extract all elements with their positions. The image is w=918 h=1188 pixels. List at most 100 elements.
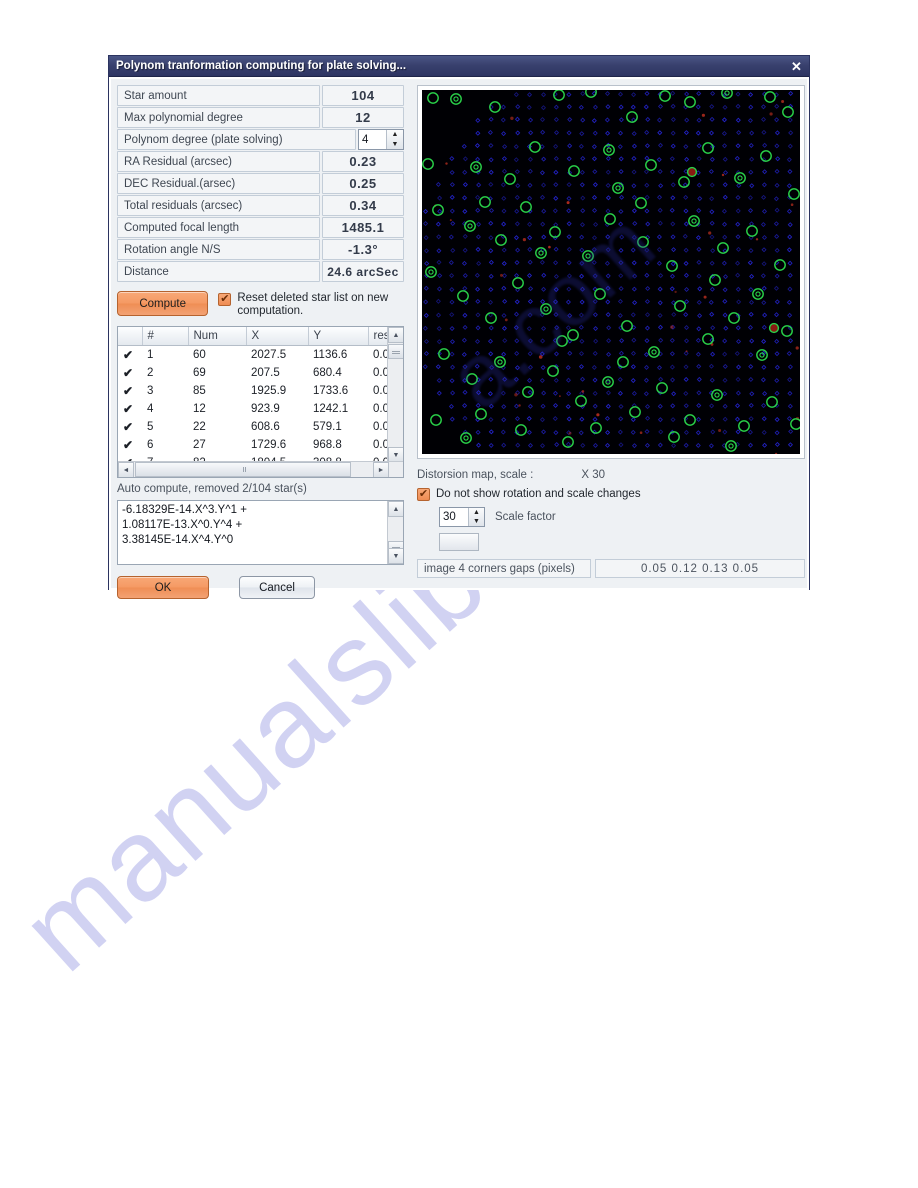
row-check-icon[interactable]: ✔: [118, 364, 142, 382]
scroll-up-icon[interactable]: ▲: [388, 501, 403, 517]
row-x: 923.9: [251, 403, 280, 415]
row-index: 4: [147, 403, 154, 415]
scroll-up-icon[interactable]: ▲: [388, 327, 403, 343]
star-list-table: # Num X Y residu ✔1602027.51136.60.00✔26…: [117, 326, 404, 478]
column-header-index[interactable]: #: [142, 327, 189, 346]
column-header-check[interactable]: [118, 327, 143, 346]
row-x: 207.5: [251, 367, 280, 379]
scale-factor-row: 30 ▲ ▼ Scale factor: [439, 507, 805, 527]
reset-star-list-checkbox[interactable]: ✔: [218, 293, 232, 306]
corner-gaps-values: 0.05 0.12 0.13 0.05: [595, 559, 805, 578]
stepper-arrows[interactable]: ▲ ▼: [468, 508, 484, 526]
table-row[interactable]: ✔ 2 69 207.5 680.4 0.00: [118, 364, 403, 382]
stepper-arrows[interactable]: ▲ ▼: [386, 130, 403, 149]
param-label: Distance: [117, 261, 320, 282]
ok-button-label: OK: [154, 581, 172, 594]
param-label: Polynom degree (plate solving): [117, 129, 356, 150]
param-label: DEC Residual.(arsec): [117, 173, 320, 194]
dialog-body: Star amount 104 Max polynomial degree 12…: [109, 77, 809, 599]
row-index: 1: [147, 349, 154, 361]
row-y: 968.8: [313, 439, 342, 451]
row-num: 27: [193, 439, 206, 451]
row-num: 85: [193, 385, 206, 397]
param-value: 0.25: [322, 173, 404, 194]
distortion-scale-value: X 30: [581, 469, 605, 481]
row-check-icon[interactable]: ✔: [118, 400, 142, 418]
compute-button[interactable]: Compute: [117, 291, 209, 316]
column-header-num[interactable]: Num: [188, 327, 247, 346]
spin-up-icon[interactable]: ▲: [387, 130, 403, 140]
row-check-icon[interactable]: ✔: [118, 418, 142, 436]
param-value: 24.6 arcSec: [322, 261, 404, 282]
param-row-max-polynomial-degree: Max polynomial degree 12: [117, 107, 404, 128]
table-row[interactable]: ✔ 1 60 2027.5 1136.6 0.00: [118, 346, 403, 365]
scale-factor-input[interactable]: 30: [440, 508, 468, 526]
param-value: 12: [322, 107, 404, 128]
distortion-map-canvas[interactable]: a.com: [422, 90, 800, 454]
corner-gaps-row: image 4 corners gaps (pixels) 0.05 0.12 …: [417, 559, 805, 578]
formula-vertical-scrollbar[interactable]: ▲ ▼: [387, 501, 403, 564]
row-check-icon[interactable]: ✔: [118, 436, 142, 454]
blank-button[interactable]: [439, 533, 479, 551]
param-label: RA Residual (arcsec): [117, 151, 320, 172]
polynom-degree-input[interactable]: 4: [359, 130, 386, 149]
cancel-button[interactable]: Cancel: [239, 576, 315, 599]
row-check-icon[interactable]: ✔: [118, 382, 142, 400]
polynomial-formula-text[interactable]: -6.18329E-14.X^3.Y^1 + 1.08117E-13.X^0.Y…: [118, 501, 384, 550]
status-text: Auto compute, removed 2/104 star(s): [117, 483, 307, 495]
hide-rotation-checkbox[interactable]: ✔: [417, 488, 430, 501]
table-row[interactable]: ✔ 4 12 923.9 1242.1 0.00: [118, 400, 403, 418]
star-table: # Num X Y residu ✔1602027.51136.60.00✔26…: [118, 327, 403, 472]
reset-star-list-checkbox-group[interactable]: ✔ Reset deleted star list on new computa…: [218, 292, 404, 318]
spin-up-icon[interactable]: ▲: [469, 508, 484, 517]
spin-down-icon[interactable]: ▼: [469, 517, 484, 526]
row-x: 2027.5: [251, 349, 287, 361]
dialog-title: Polynom tranformation computing for plat…: [116, 60, 407, 72]
distortion-header: Distorsion map, scale : X 30: [417, 467, 805, 483]
param-row-total-residuals: Total residuals (arcsec) 0.34: [117, 195, 404, 216]
distortion-controls: Distorsion map, scale : X 30 ✔ Do not sh…: [417, 467, 805, 578]
param-label: Star amount: [117, 85, 320, 106]
table-horizontal-scroll-thumb[interactable]: [135, 462, 351, 477]
param-label: Rotation angle N/S: [117, 239, 320, 260]
row-y: 579.1: [313, 421, 342, 433]
row-index: 3: [147, 385, 154, 397]
column-header-x[interactable]: X: [246, 327, 309, 346]
row-x: 1729.6: [251, 439, 287, 451]
table-horizontal-scrollbar[interactable]: ◄ ►: [118, 461, 403, 477]
param-row-ra-residual: RA Residual (arcsec) 0.23: [117, 151, 404, 172]
row-check-icon[interactable]: ✔: [118, 346, 142, 365]
row-y: 1242.1: [313, 403, 349, 415]
dialog-buttons: OK Cancel: [117, 576, 404, 599]
ok-button[interactable]: OK: [117, 576, 209, 599]
row-x: 608.6: [251, 421, 280, 433]
row-num: 12: [193, 403, 206, 415]
plate-solving-dialog: Polynom tranformation computing for plat…: [108, 55, 810, 599]
row-y: 680.4: [313, 367, 342, 379]
dialog-titlebar: Polynom tranformation computing for plat…: [109, 56, 809, 77]
polynom-degree-stepper[interactable]: 4 ▲ ▼: [358, 129, 404, 150]
scale-factor-stepper[interactable]: 30 ▲ ▼: [439, 507, 485, 527]
scroll-left-icon[interactable]: ◄: [118, 462, 134, 477]
scale-factor-label: Scale factor: [495, 511, 556, 523]
table-row[interactable]: ✔ 3 85 1925.9 1733.6 0.00: [118, 382, 403, 400]
column-header-y[interactable]: Y: [308, 327, 369, 346]
hide-rotation-label: Do not show rotation and scale changes: [436, 488, 641, 500]
row-x: 1925.9: [251, 385, 287, 397]
distortion-map-frame: a.com: [417, 85, 805, 459]
spin-down-icon[interactable]: ▼: [387, 140, 403, 150]
param-row-rotation-angle: Rotation angle N/S -1.3°: [117, 239, 404, 260]
row-y: 1733.6: [313, 385, 349, 397]
table-row[interactable]: ✔ 6 27 1729.6 968.8 0.00: [118, 436, 403, 454]
parameters-pane: Star amount 104 Max polynomial degree 12…: [117, 85, 404, 599]
close-icon[interactable]: ✕: [788, 59, 805, 74]
cancel-button-label: Cancel: [259, 581, 295, 594]
table-vertical-scroll-thumb[interactable]: [388, 344, 403, 359]
table-row[interactable]: ✔ 5 22 608.6 579.1 0.00: [118, 418, 403, 436]
scroll-right-icon[interactable]: ►: [373, 462, 389, 477]
table-vertical-scrollbar[interactable]: ▲ ▼: [387, 327, 403, 463]
hide-rotation-checkbox-group[interactable]: ✔ Do not show rotation and scale changes: [417, 487, 805, 501]
param-label: Total residuals (arcsec): [117, 195, 320, 216]
scroll-down-icon[interactable]: ▼: [388, 548, 403, 564]
compute-row: Compute ✔ Reset deleted star list on new…: [117, 291, 404, 318]
